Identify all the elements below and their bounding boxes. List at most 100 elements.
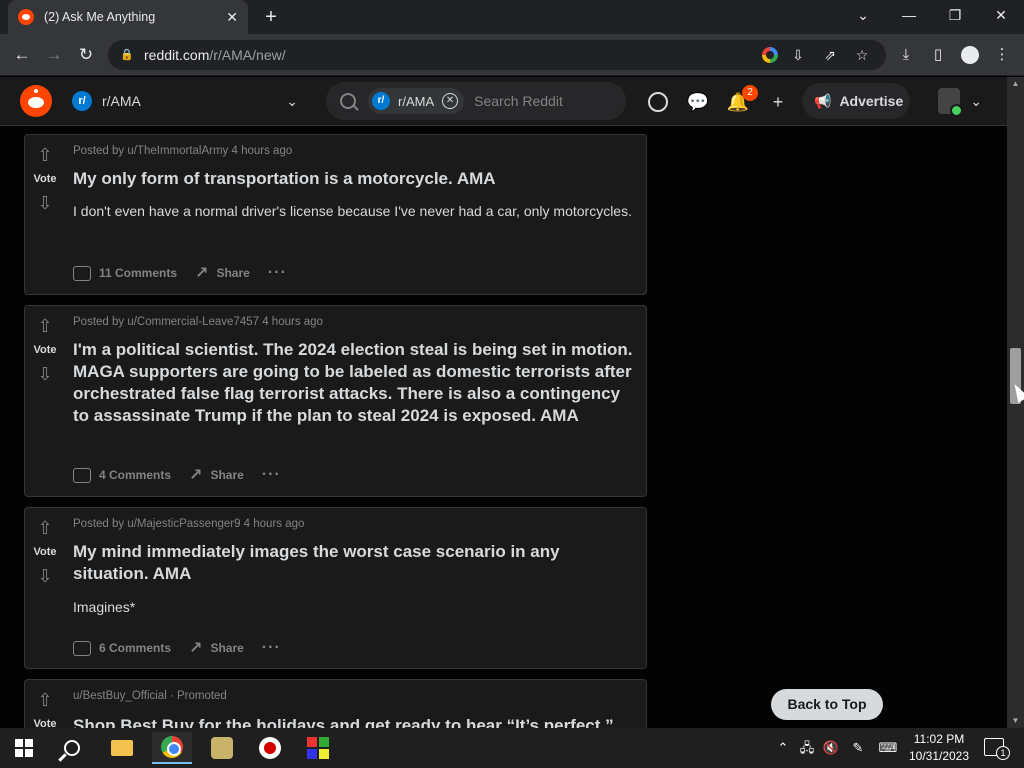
downvote-arrow-icon[interactable]: ⇩ — [35, 364, 55, 384]
search-bar[interactable]: r/ r/AMA ✕ Search Reddit — [326, 82, 626, 120]
post-meta[interactable]: u/BestBuy_Official · Promoted — [73, 690, 227, 702]
address-toolbar: ← → ↻ 🔒 reddit.com/r/AMA/new/ ⇩ ⇗ ☆ ⤓ ▯ … — [0, 34, 1024, 76]
tab-search-chevron-icon[interactable]: ⌄ — [840, 0, 886, 30]
record-icon — [259, 737, 281, 759]
post-meta[interactable]: Posted by u/Commercial-Leave7457 4 hours… — [73, 316, 323, 328]
clear-scope-icon[interactable]: ✕ — [442, 93, 459, 109]
advertise-button[interactable]: 📢 Advertise — [802, 83, 910, 119]
subreddit-icon: r/ — [72, 91, 92, 111]
vote-label: Vote — [33, 173, 57, 185]
post-title[interactable]: I'm a political scientist. The 2024 elec… — [73, 339, 634, 427]
post-meta[interactable]: Posted by u/MajesticPassenger9 4 hours a… — [73, 518, 304, 530]
scroll-down-arrow-icon[interactable]: ▼ — [1007, 714, 1024, 728]
taskbar-clock[interactable]: 11:02 PM 10/31/2023 — [906, 731, 972, 765]
tab-close-icon[interactable]: ✕ — [226, 9, 238, 26]
downloads-icon[interactable]: ⤓ — [895, 44, 917, 66]
create-post-icon[interactable]: + — [766, 90, 790, 114]
back-button[interactable]: ← — [10, 44, 34, 66]
network-icon[interactable]: 🖧 — [797, 738, 817, 758]
keyboard-icon[interactable]: ⌨ — [878, 738, 898, 758]
browser-tab[interactable]: (2) Ask Me Anything ✕ — [8, 0, 248, 34]
share-button[interactable]: ↗ Share — [195, 263, 250, 283]
share-label: Share — [210, 641, 244, 655]
popular-icon[interactable] — [646, 90, 670, 114]
windows-logo-icon — [15, 739, 33, 757]
browser-menu-icon[interactable]: ⋮ — [991, 44, 1013, 66]
share-button[interactable]: ↗ Share — [189, 465, 244, 485]
more-options-icon[interactable]: ··· — [262, 466, 281, 484]
subreddit-name: r/AMA — [102, 93, 141, 109]
post-card[interactable]: ⇧ Vote ⇩ Posted by u/TheImmortalArmy 4 h… — [24, 134, 647, 295]
minimize-button[interactable]: — — [886, 0, 932, 30]
app-taskbar-button[interactable] — [202, 732, 242, 764]
promoted-post-card[interactable]: ⇧ Vote u/BestBuy_Official · Promoted Sho… — [24, 679, 647, 728]
search-icon — [64, 740, 80, 756]
search-icon — [340, 93, 356, 109]
google-icon[interactable] — [762, 47, 778, 63]
downvote-arrow-icon[interactable]: ⇩ — [35, 566, 55, 586]
page-scrollbar[interactable]: ▲ ▼ — [1007, 77, 1024, 728]
comments-button[interactable]: 4 Comments — [73, 467, 171, 483]
restore-button[interactable]: ❐ — [932, 0, 978, 30]
post-actions: 11 Comments ↗ Share ··· — [73, 263, 287, 283]
upvote-arrow-icon[interactable]: ⇧ — [35, 518, 55, 538]
upvote-arrow-icon[interactable]: ⇧ — [35, 690, 55, 710]
search-scope-chip[interactable]: r/ r/AMA ✕ — [368, 88, 465, 114]
close-window-button[interactable]: ✕ — [978, 0, 1024, 30]
taskbar-search-button[interactable] — [52, 732, 92, 764]
chrome-taskbar-button[interactable] — [152, 732, 192, 764]
vote-label: Vote — [33, 344, 57, 356]
post-title[interactable]: My only form of transportation is a moto… — [73, 168, 496, 190]
chevron-down-icon: ⌄ — [970, 92, 982, 109]
vote-column: ⇧ Vote — [25, 680, 65, 728]
new-tab-button[interactable]: + — [260, 4, 282, 30]
scroll-up-arrow-icon[interactable]: ▲ — [1007, 77, 1024, 91]
post-card[interactable]: ⇧ Vote ⇩ Posted by u/Commercial-Leave745… — [24, 305, 647, 497]
post-card[interactable]: ⇧ Vote ⇩ Posted by u/MajesticPassenger9 … — [24, 507, 647, 669]
post-meta[interactable]: Posted by u/TheImmortalArmy 4 hours ago — [73, 145, 292, 157]
downvote-arrow-icon[interactable]: ⇩ — [35, 193, 55, 213]
back-to-top-button[interactable]: Back to Top — [771, 689, 883, 720]
tray-overflow-chevron-icon[interactable]: ⌃ — [773, 738, 793, 758]
share-icon[interactable]: ⇗ — [818, 47, 842, 64]
post-actions: 4 Comments ↗ Share ··· — [73, 465, 281, 485]
start-button[interactable] — [4, 732, 44, 764]
comments-button[interactable]: 6 Comments — [73, 640, 171, 656]
subreddit-chip-icon: r/ — [372, 92, 390, 110]
side-panel-icon[interactable]: ▯ — [927, 44, 949, 66]
url-bar[interactable]: 🔒 reddit.com/r/AMA/new/ ⇩ ⇗ ☆ — [108, 40, 886, 70]
grid-app-taskbar-button[interactable] — [298, 732, 338, 764]
comment-icon — [73, 467, 91, 483]
lock-icon[interactable]: 🔒 — [120, 48, 134, 62]
notification-count-badge: 1 — [996, 746, 1010, 760]
post-title[interactable]: My mind immediately images the worst cas… — [73, 541, 634, 585]
profile-icon[interactable] — [959, 44, 981, 66]
more-options-icon[interactable]: ··· — [262, 639, 281, 657]
chat-icon[interactable]: 💬 — [686, 90, 710, 114]
share-button[interactable]: ↗ Share — [189, 638, 244, 658]
clock-date: 10/31/2023 — [908, 749, 970, 763]
notification-badge: 2 — [742, 85, 758, 101]
user-menu[interactable]: ⌄ — [930, 85, 990, 117]
community-dropdown[interactable]: r/ r/AMA ⌄ — [66, 83, 306, 119]
upvote-arrow-icon[interactable]: ⇧ — [35, 316, 55, 336]
url-text[interactable]: reddit.com/r/AMA/new/ — [144, 47, 754, 63]
reload-button[interactable]: ↻ — [74, 44, 98, 66]
search-input[interactable]: Search Reddit — [474, 93, 563, 109]
upvote-arrow-icon[interactable]: ⇧ — [35, 145, 55, 165]
more-options-icon[interactable]: ··· — [268, 264, 287, 282]
comment-icon — [73, 265, 91, 281]
bookmark-star-icon[interactable]: ☆ — [850, 47, 874, 64]
recorder-taskbar-button[interactable] — [250, 732, 290, 764]
forward-button[interactable]: → — [42, 44, 66, 66]
volume-muted-icon[interactable]: 🔇 — [821, 738, 841, 758]
browser-tab-bar: (2) Ask Me Anything ✕ + ⌄ — ❐ ✕ — [0, 0, 1024, 34]
vote-column: ⇧ Vote ⇩ — [25, 306, 65, 496]
reddit-logo-icon[interactable] — [20, 85, 52, 117]
post-title[interactable]: Shop Best Buy for the holidays and get r… — [73, 715, 614, 728]
comments-button[interactable]: 11 Comments — [73, 265, 177, 281]
pen-icon[interactable]: ✎ — [848, 738, 868, 758]
install-app-icon[interactable]: ⇩ — [786, 47, 810, 64]
file-explorer-button[interactable] — [102, 732, 142, 764]
comment-icon — [73, 640, 91, 656]
